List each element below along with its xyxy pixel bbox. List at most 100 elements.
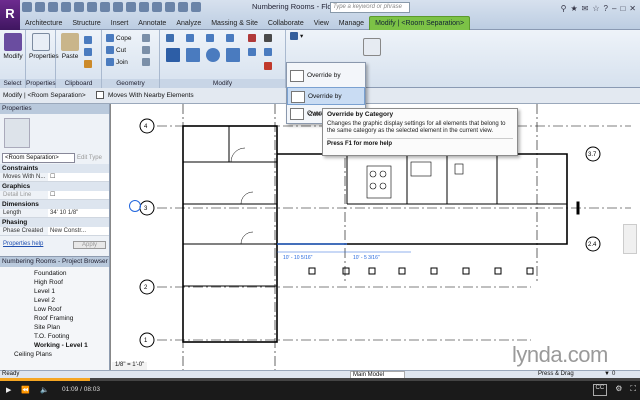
phase-created-value[interactable]: New Constr... bbox=[48, 227, 109, 235]
moves-with-checkbox[interactable] bbox=[96, 91, 104, 99]
tree-item-site-plan[interactable]: Site Plan bbox=[34, 323, 109, 332]
tree-item-ceiling-plans[interactable]: Ceiling Plans bbox=[0, 350, 109, 359]
properties-help-link[interactable]: Properties help bbox=[3, 241, 43, 249]
cope-icon bbox=[106, 34, 114, 42]
open-icon[interactable] bbox=[22, 2, 32, 12]
status-bar: Ready Main Model Press & Drag ▼ 0 bbox=[0, 370, 640, 380]
tab-collaborate[interactable]: Collaborate bbox=[263, 17, 309, 30]
redo-icon[interactable] bbox=[61, 2, 71, 12]
favorites-icon[interactable]: ☆ bbox=[592, 4, 599, 13]
fullscreen-icon[interactable]: ⛶ bbox=[630, 384, 636, 396]
menu-item-override-by-category[interactable]: Override by Category bbox=[287, 87, 365, 118]
moves-with-value[interactable]: ☐ bbox=[48, 173, 109, 181]
type-selector[interactable]: <Room Separation> bbox=[2, 153, 75, 163]
application-menu-button[interactable]: R bbox=[0, 0, 20, 30]
filter-icon[interactable]: ▼ bbox=[604, 371, 610, 378]
minimize-icon[interactable]: – bbox=[612, 4, 616, 13]
modify-button[interactable]: Modify bbox=[1, 33, 25, 60]
geometry-tool-3[interactable] bbox=[142, 58, 150, 66]
tree-item-low-roof[interactable]: Low Roof bbox=[34, 305, 109, 314]
grid-bubble-selected[interactable] bbox=[129, 200, 141, 212]
captions-button[interactable]: CC bbox=[592, 384, 608, 396]
array-icon[interactable] bbox=[248, 48, 256, 56]
help-icon[interactable]: ? bbox=[604, 4, 608, 13]
mirror-draw-icon[interactable] bbox=[226, 34, 234, 42]
tree-item-working-level-1[interactable]: Working - Level 1 bbox=[34, 341, 109, 350]
dimension-icon[interactable] bbox=[100, 2, 110, 12]
press-drag-toggle[interactable]: Press & Drag bbox=[538, 371, 574, 378]
tree-item-level-2[interactable]: Level 2 bbox=[34, 296, 109, 305]
geometry-tool-2[interactable] bbox=[142, 46, 150, 54]
scale-icon[interactable] bbox=[264, 48, 272, 56]
trim-icon[interactable] bbox=[226, 48, 240, 62]
move-icon[interactable] bbox=[166, 48, 180, 62]
tree-item-high-roof[interactable]: High Roof bbox=[34, 278, 109, 287]
paste-button[interactable]: Paste bbox=[58, 33, 82, 60]
apply-button[interactable]: Apply bbox=[72, 241, 106, 249]
section-constraints[interactable]: Constraints bbox=[0, 164, 109, 173]
offset-icon[interactable] bbox=[186, 34, 194, 42]
split-icon[interactable] bbox=[248, 34, 256, 42]
join-button[interactable]: Join bbox=[106, 58, 128, 66]
properties-button[interactable]: Properties bbox=[29, 33, 59, 60]
tag-icon[interactable] bbox=[113, 2, 123, 12]
mirror-axis-icon[interactable] bbox=[206, 34, 214, 42]
copy-clipboard-icon[interactable] bbox=[84, 48, 92, 56]
edit-type-button[interactable]: Edit Type bbox=[77, 153, 107, 163]
play-icon[interactable]: ▶ bbox=[6, 386, 11, 394]
tab-modify-room-separation[interactable]: Modify | <Room Separation> bbox=[369, 16, 471, 30]
pin-icon[interactable] bbox=[264, 34, 272, 42]
override-graphics-dropdown[interactable]: ▾ bbox=[290, 32, 303, 40]
volume-icon[interactable]: 🔈 bbox=[40, 386, 49, 394]
tree-item-foundation[interactable]: Foundation bbox=[34, 269, 109, 278]
section-graphics[interactable]: Graphics bbox=[0, 182, 109, 191]
measure-icon[interactable] bbox=[87, 2, 97, 12]
search-icon[interactable]: ⚲ bbox=[561, 4, 567, 13]
menu-item-override-by-element[interactable]: Override by Element bbox=[287, 67, 365, 97]
section-icon[interactable] bbox=[152, 2, 162, 12]
measure-button[interactable] bbox=[360, 38, 384, 58]
rewind-icon[interactable]: ⏪ bbox=[21, 386, 30, 394]
navigation-bar[interactable] bbox=[623, 224, 637, 254]
align-icon[interactable] bbox=[166, 34, 174, 42]
switch-windows-icon[interactable] bbox=[191, 2, 201, 12]
geometry-panel-label: Geometry bbox=[102, 79, 159, 88]
maximize-icon[interactable]: □ bbox=[620, 4, 625, 13]
communication-icon[interactable]: ✉ bbox=[582, 4, 589, 13]
section-dimensions[interactable]: Dimensions bbox=[0, 200, 109, 209]
copy-icon[interactable] bbox=[186, 48, 200, 62]
tree-item-roof-framing[interactable]: Roof Framing bbox=[34, 314, 109, 323]
thin-lines-icon[interactable] bbox=[165, 2, 175, 12]
cut-button[interactable]: Cut bbox=[106, 46, 126, 54]
geometry-tool-1[interactable] bbox=[142, 34, 150, 42]
tree-item-level-1[interactable]: Level 1 bbox=[34, 287, 109, 296]
settings-icon[interactable]: ⚙ bbox=[615, 384, 622, 396]
text-icon[interactable] bbox=[126, 2, 136, 12]
match-type-icon[interactable] bbox=[84, 60, 92, 68]
section-phasing[interactable]: Phasing bbox=[0, 218, 109, 227]
3d-view-icon[interactable] bbox=[139, 2, 149, 12]
subscription-icon[interactable]: ★ bbox=[571, 4, 578, 13]
tab-manage[interactable]: Manage bbox=[334, 17, 369, 30]
tab-analyze[interactable]: Analyze bbox=[171, 17, 206, 30]
detail-line-value[interactable]: ☐ bbox=[48, 191, 109, 199]
tab-massing-site[interactable]: Massing & Site bbox=[206, 17, 263, 30]
close-icon[interactable]: ✕ bbox=[629, 4, 636, 13]
delete-icon[interactable] bbox=[264, 62, 272, 70]
tab-insert[interactable]: Insert bbox=[106, 17, 134, 30]
tab-view[interactable]: View bbox=[309, 17, 334, 30]
save-icon[interactable] bbox=[35, 2, 45, 12]
tree-item-to-footing[interactable]: T.O. Footing bbox=[34, 332, 109, 341]
video-progress-track[interactable] bbox=[0, 378, 640, 381]
cut-clipboard-icon[interactable] bbox=[84, 36, 92, 44]
undo-icon[interactable] bbox=[48, 2, 58, 12]
tab-structure[interactable]: Structure bbox=[67, 17, 105, 30]
print-icon[interactable] bbox=[74, 2, 84, 12]
tab-annotate[interactable]: Annotate bbox=[133, 17, 171, 30]
cope-button[interactable]: Cope bbox=[106, 34, 132, 42]
view-scale[interactable]: 1/8" = 1'-0" bbox=[112, 362, 148, 370]
close-hidden-icon[interactable] bbox=[178, 2, 188, 12]
tab-architecture[interactable]: Architecture bbox=[20, 17, 67, 30]
rotate-icon[interactable] bbox=[206, 48, 220, 62]
search-input[interactable]: Type a keyword or phrase bbox=[330, 2, 410, 13]
